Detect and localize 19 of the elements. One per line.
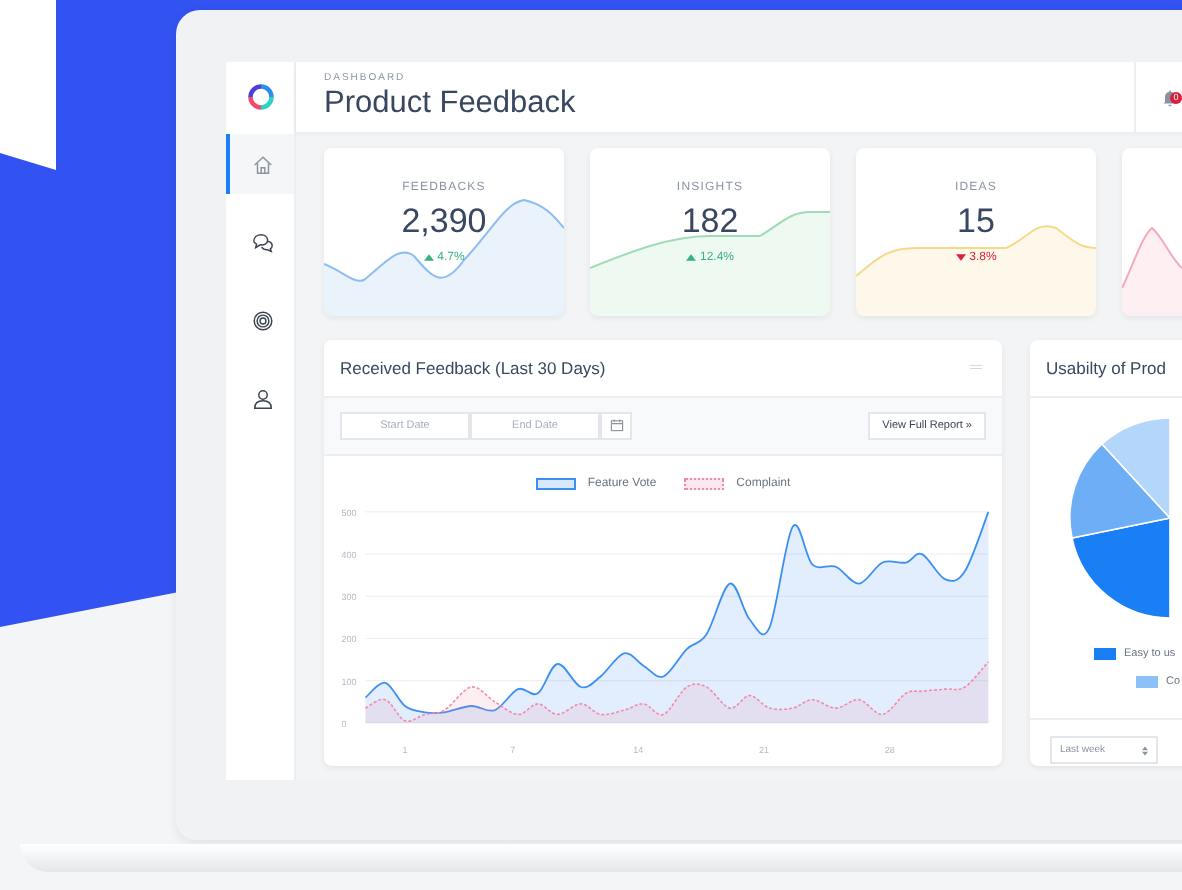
- down-triangle-icon: [955, 254, 966, 262]
- stat-value: 182: [681, 202, 739, 242]
- home-icon: [251, 153, 273, 175]
- chat-icon: [251, 231, 273, 253]
- user-icon: [251, 387, 273, 409]
- logo-icon: [245, 82, 275, 112]
- panel-title: Usabilty of Prod: [1046, 358, 1166, 378]
- page-title: Product Feedback: [324, 86, 576, 122]
- up-triangle-icon: [685, 254, 696, 262]
- stat-value: 15: [957, 202, 995, 242]
- stat-value: 2,390: [401, 202, 487, 242]
- sidebar-item[interactable]: [226, 134, 294, 194]
- calendar-button[interactable]: [600, 411, 632, 440]
- panel-title: Received Feedback (Last 30 Days): [340, 357, 606, 378]
- sparkline-area: [1122, 228, 1182, 316]
- target-icon: [251, 309, 273, 331]
- select-caret-icon: [1142, 745, 1148, 755]
- up-triangle-icon: [423, 254, 434, 262]
- calendar-icon: [609, 418, 623, 433]
